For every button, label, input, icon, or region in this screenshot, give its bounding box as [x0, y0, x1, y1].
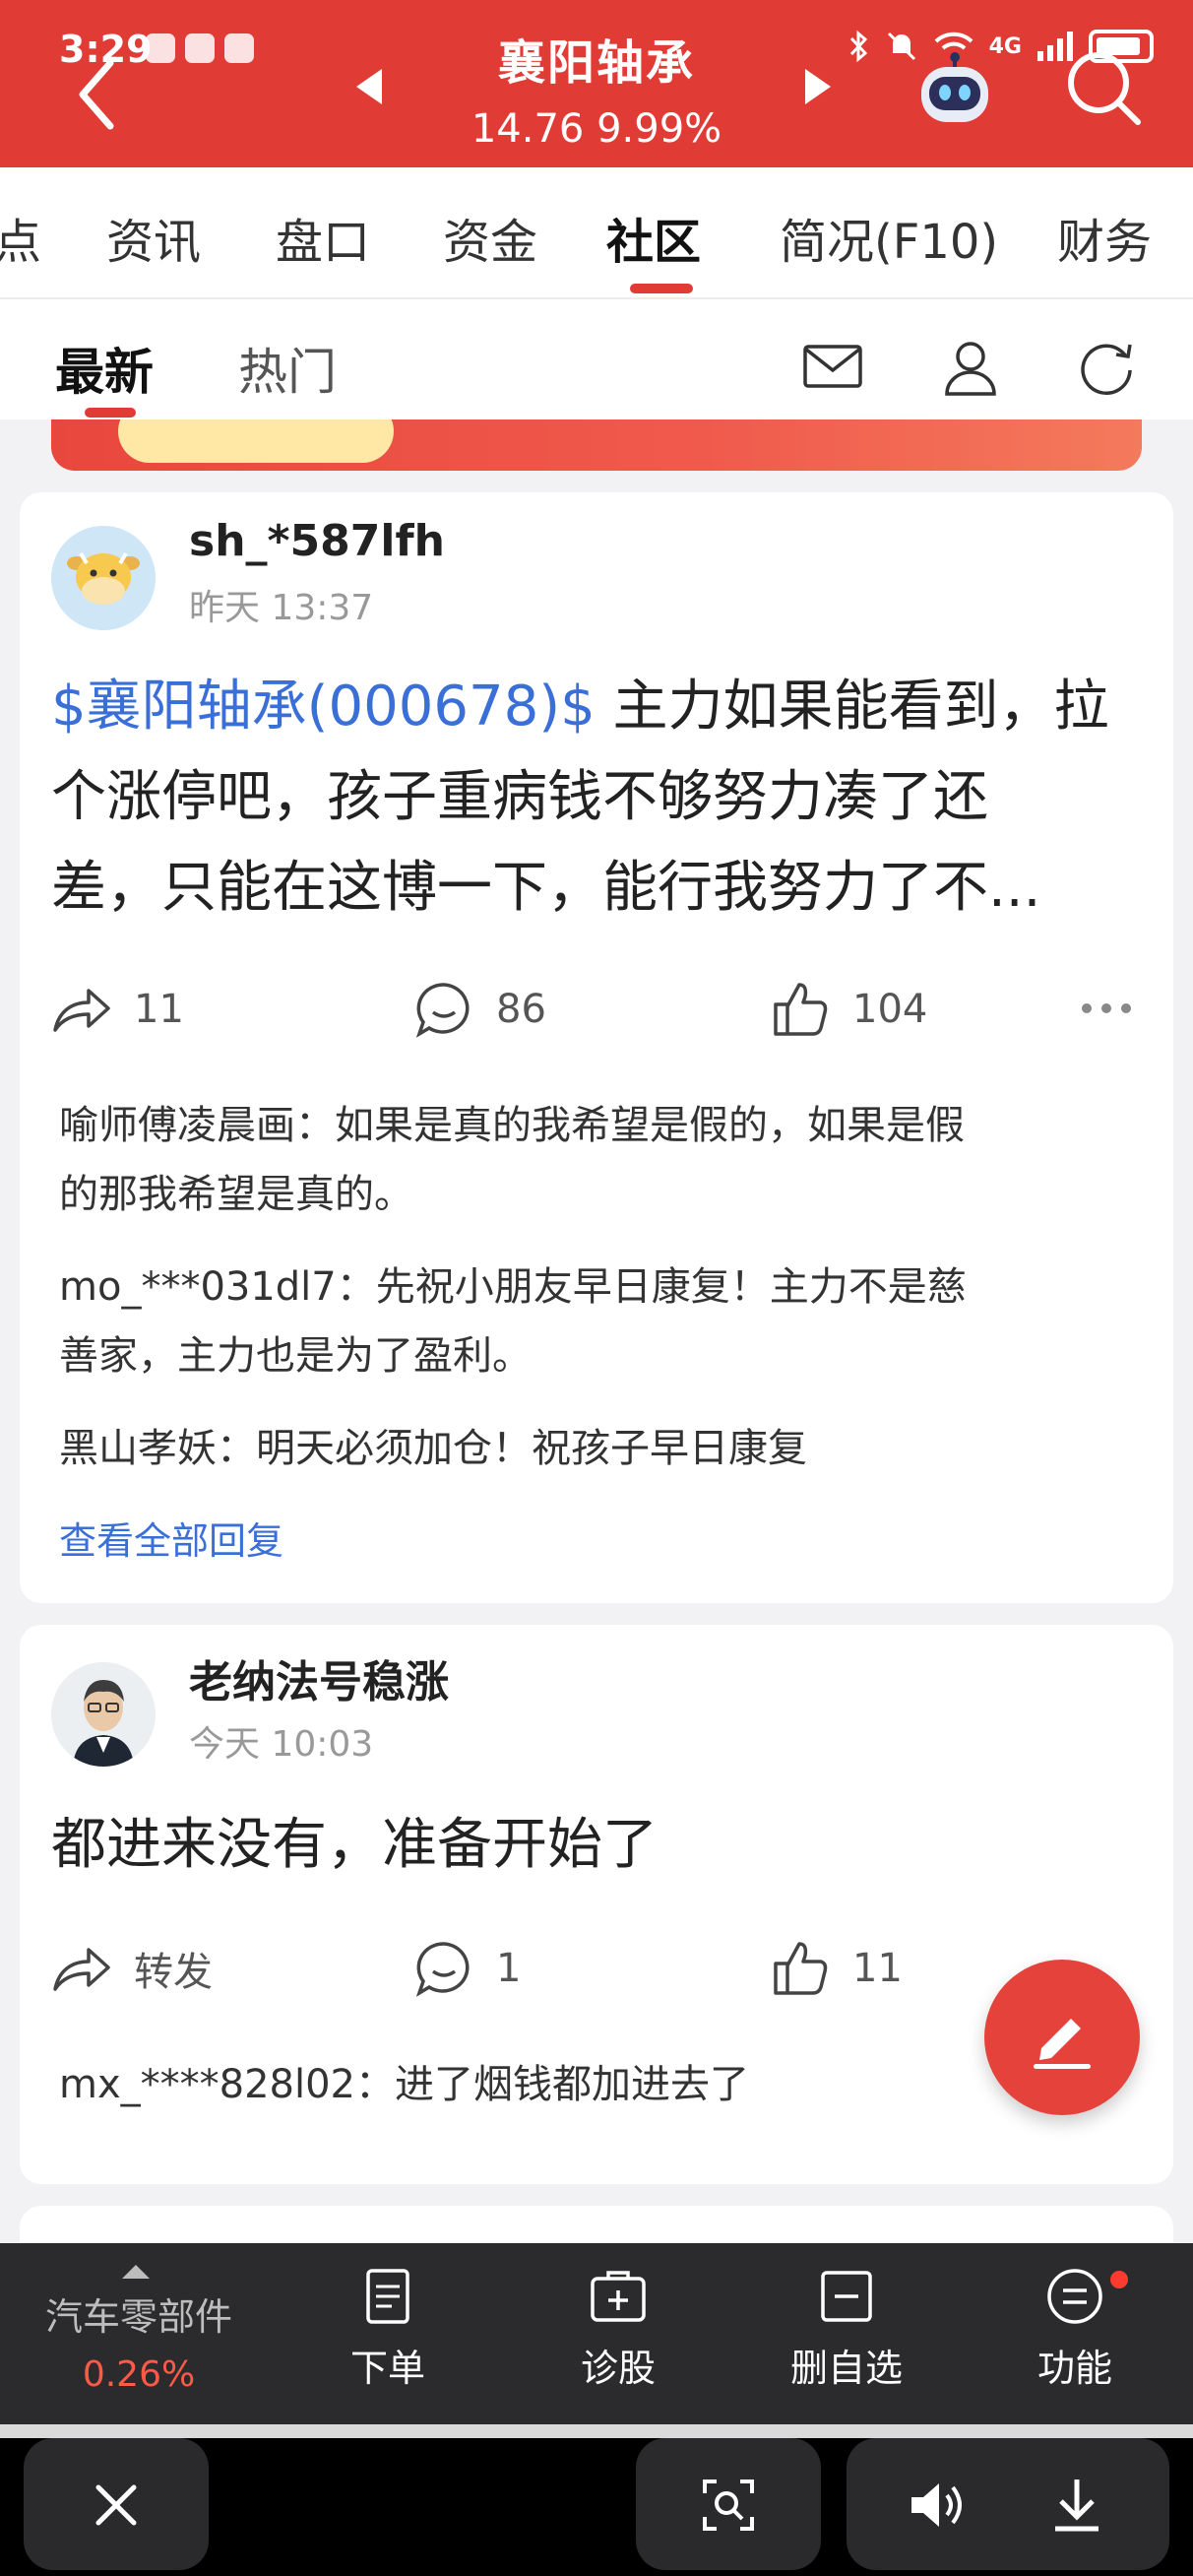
share-button[interactable]: 转发 — [51, 1938, 213, 1999]
thumbs-up-icon — [774, 1942, 828, 1995]
search-icon[interactable] — [1059, 43, 1148, 132]
avatar[interactable] — [51, 1662, 156, 1767]
minus-square-icon — [821, 2271, 872, 2322]
reply-item[interactable]: 喻师傅凌晨画：如果是真的我希望是假的，如果是假 的那我希望是真的。 — [59, 1091, 1152, 1229]
post-card[interactable]: 老纳法号稳涨 今天 10:03 都进来没有，准备开始了 转发 1 11 mx_*… — [20, 1625, 1173, 2184]
sector-indicator[interactable]: 汽车零部件 0.26% — [35, 2265, 242, 2395]
comment-button[interactable]: 86 — [413, 979, 546, 1040]
tab-orderbook[interactable]: 盘口 — [276, 203, 370, 272]
pencil-icon — [1034, 2019, 1091, 2069]
stock-price: 14.76 — [471, 106, 585, 152]
robot-assistant-icon[interactable] — [915, 51, 994, 130]
cow-avatar-icon — [51, 526, 156, 630]
tab-point[interactable]: 点 — [0, 203, 41, 272]
menu-circle-icon — [1047, 2269, 1102, 2324]
reply-item[interactable]: 黑山孝妖：明天必须加仓！祝孩子早日康复 — [59, 1414, 1152, 1483]
subtab-latest[interactable]: 最新 — [55, 333, 154, 404]
subtab-indicator — [85, 408, 136, 418]
order-button[interactable]: 下单 — [309, 2265, 467, 2392]
mail-icon[interactable] — [801, 335, 864, 398]
post-time: 昨天 13:37 — [189, 588, 374, 628]
media-controls — [847, 2438, 1169, 2570]
share-button[interactable]: 11 — [51, 979, 184, 1040]
sector-name: 汽车零部件 — [44, 2295, 232, 2339]
notification-dot — [1110, 2271, 1128, 2288]
like-count: 11 — [852, 1946, 903, 1991]
thumbs-up-icon — [774, 983, 828, 1036]
share-count: 11 — [134, 987, 184, 1032]
stock-title-block: 襄阳轴承 14.76 9.99% — [0, 24, 1193, 152]
comment-icon — [415, 1942, 470, 1997]
diagnose-button[interactable]: 诊股 — [539, 2265, 697, 2392]
screen-search-button[interactable] — [636, 2438, 821, 2570]
tab-profile[interactable]: 简况(F10) — [780, 203, 998, 272]
like-button[interactable]: 104 — [770, 979, 927, 1040]
comment-button[interactable]: 1 — [413, 1938, 521, 1999]
avatar[interactable] — [51, 526, 156, 630]
post-time: 今天 10:03 — [189, 1724, 374, 1765]
tab-funds[interactable]: 资金 — [443, 203, 537, 272]
close-button[interactable] — [24, 2438, 209, 2570]
download-icon[interactable] — [1049, 2476, 1104, 2535]
medical-kit-icon — [591, 2271, 646, 2322]
divider — [0, 2424, 1193, 2438]
remove-watchlist-button[interactable]: 删自选 — [768, 2265, 925, 2392]
comment-icon — [415, 983, 470, 1038]
stock-change: 9.99% — [596, 106, 722, 152]
close-icon — [95, 2484, 137, 2526]
username[interactable]: 老纳法号稳涨 — [189, 1646, 449, 1709]
stock-tag-link[interactable]: $襄阳轴承(000678)$ — [51, 675, 596, 739]
tab-finance[interactable]: 财务 — [1057, 203, 1152, 272]
comment-count: 86 — [496, 987, 546, 1032]
person-avatar-icon — [51, 1662, 156, 1767]
share-icon — [53, 989, 110, 1032]
post-text[interactable]: 都进来没有，准备开始了 — [51, 1800, 1144, 1891]
user-icon[interactable] — [939, 335, 1002, 398]
system-overlay-bar — [0, 2438, 1193, 2576]
like-button[interactable]: 11 — [770, 1938, 903, 1999]
promo-banner[interactable] — [51, 419, 1142, 471]
document-icon — [366, 2269, 409, 2324]
post-text[interactable]: $襄阳轴承(000678)$ 主力如果能看到，拉 个涨停吧，孩子重病钱不够努力凑… — [51, 662, 1144, 934]
tab-community[interactable]: 社区 — [606, 203, 701, 272]
stock-quote: 14.76 9.99% — [0, 106, 1193, 152]
header-bar: 3:29 4G 襄阳轴承 14.76 9.99% — [0, 0, 1193, 167]
like-count: 104 — [852, 987, 928, 1032]
stock-tabs: 点 资讯 盘口 资金 社区 简况(F10) 财务 — [0, 167, 1193, 299]
stock-name: 襄阳轴承 — [497, 35, 695, 91]
community-subbar: 最新 热门 — [0, 299, 1193, 419]
subtab-hot[interactable]: 热门 — [238, 333, 337, 404]
active-tab-indicator — [630, 284, 693, 293]
functions-button[interactable]: 功能 — [996, 2265, 1154, 2392]
scan-search-icon — [703, 2479, 754, 2531]
share-label: 转发 — [134, 1950, 213, 1995]
sector-change: 0.26% — [82, 2354, 196, 2395]
view-all-replies-link[interactable]: 查看全部回复 — [59, 1511, 283, 1565]
tab-news[interactable]: 资讯 — [106, 203, 201, 272]
comment-count: 1 — [496, 1946, 522, 1991]
caret-up-icon — [122, 2265, 150, 2279]
compose-post-button[interactable] — [984, 1960, 1140, 2115]
post-card[interactable]: sh_*587lfh 昨天 13:37 $襄阳轴承(000678)$ 主力如果能… — [20, 492, 1173, 1603]
more-icon[interactable] — [1079, 1000, 1134, 1016]
reply-item[interactable]: mo_***031dl7：先祝小朋友早日康复！主力不是慈 善家，主力也是为了盈利… — [59, 1253, 1152, 1390]
bottom-toolbar: 汽车零部件 0.26% 下单 诊股 删自选 功能 — [0, 2243, 1193, 2424]
username[interactable]: sh_*587lfh — [189, 516, 445, 566]
refresh-icon[interactable] — [1075, 335, 1138, 398]
share-icon — [53, 1948, 110, 1991]
volume-icon[interactable] — [908, 2478, 967, 2533]
